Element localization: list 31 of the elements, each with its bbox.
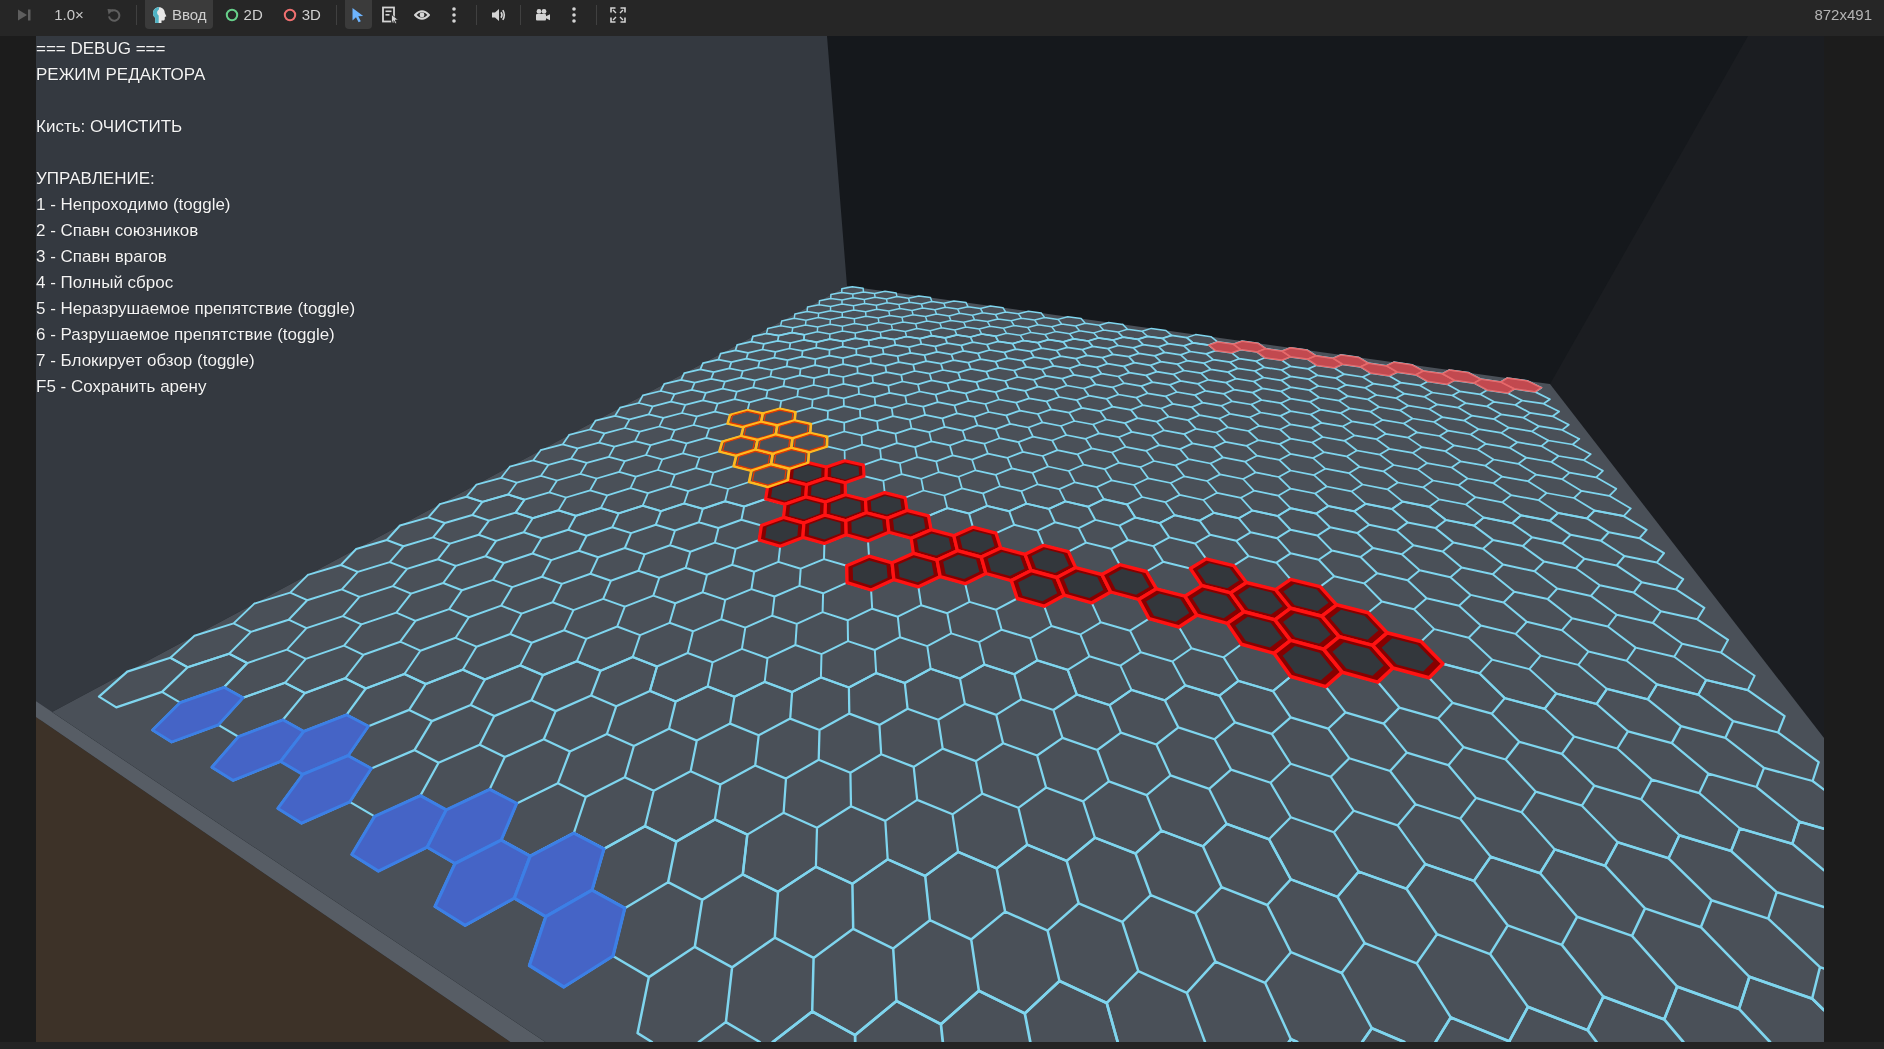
select-tool-button[interactable]: [344, 0, 372, 29]
speaker-icon: [491, 7, 507, 22]
viewport-size-label: 872x491: [1814, 5, 1872, 25]
control-hint: 7 - Блокирует обзор (toggle): [36, 350, 255, 372]
eye-icon: [414, 8, 431, 21]
circular-arrow-icon: [107, 7, 121, 22]
mode-2d-button[interactable]: 2D: [218, 0, 269, 29]
list-cursor-icon: [381, 5, 400, 24]
mode-3d-button[interactable]: 3D: [276, 0, 327, 29]
control-hint: 3 - Спавн врагов: [36, 246, 167, 268]
fullscreen-icon: [609, 6, 626, 23]
kebab-menu-icon: [451, 6, 456, 23]
control-hint: 6 - Разрушаемое препятствие (toggle): [36, 324, 335, 346]
controls-heading: УПРАВЛЕНИЕ:: [36, 168, 155, 190]
movie-camera-icon: [534, 7, 551, 22]
input-mode-button[interactable]: Ввод: [145, 0, 213, 29]
control-hint: 1 - Непроходимо (toggle): [36, 194, 231, 216]
brush-label: Кисть: ОЧИСТИТЬ: [36, 116, 183, 138]
control-hint: 5 - Неразрушаемое препятствие (toggle): [36, 298, 356, 320]
speed-button[interactable]: 1.0×: [44, 0, 94, 29]
head-profile-icon: [151, 5, 167, 24]
ring-icon: [282, 7, 297, 22]
cursor-arrow-icon: [351, 6, 366, 23]
debug-title: === DEBUG ===: [36, 38, 166, 60]
control-hint: F5 - Сохранить арену: [36, 376, 207, 398]
editor-mode-label: РЕЖИМ РЕДАКТОРА: [36, 64, 206, 86]
control-hint: 4 - Полный сброс: [36, 272, 174, 294]
control-hint: 2 - Спавн союзников: [36, 220, 199, 242]
kebab-menu-icon: [571, 6, 576, 23]
ring-icon: [224, 7, 239, 22]
step-forward-icon: [17, 7, 31, 22]
